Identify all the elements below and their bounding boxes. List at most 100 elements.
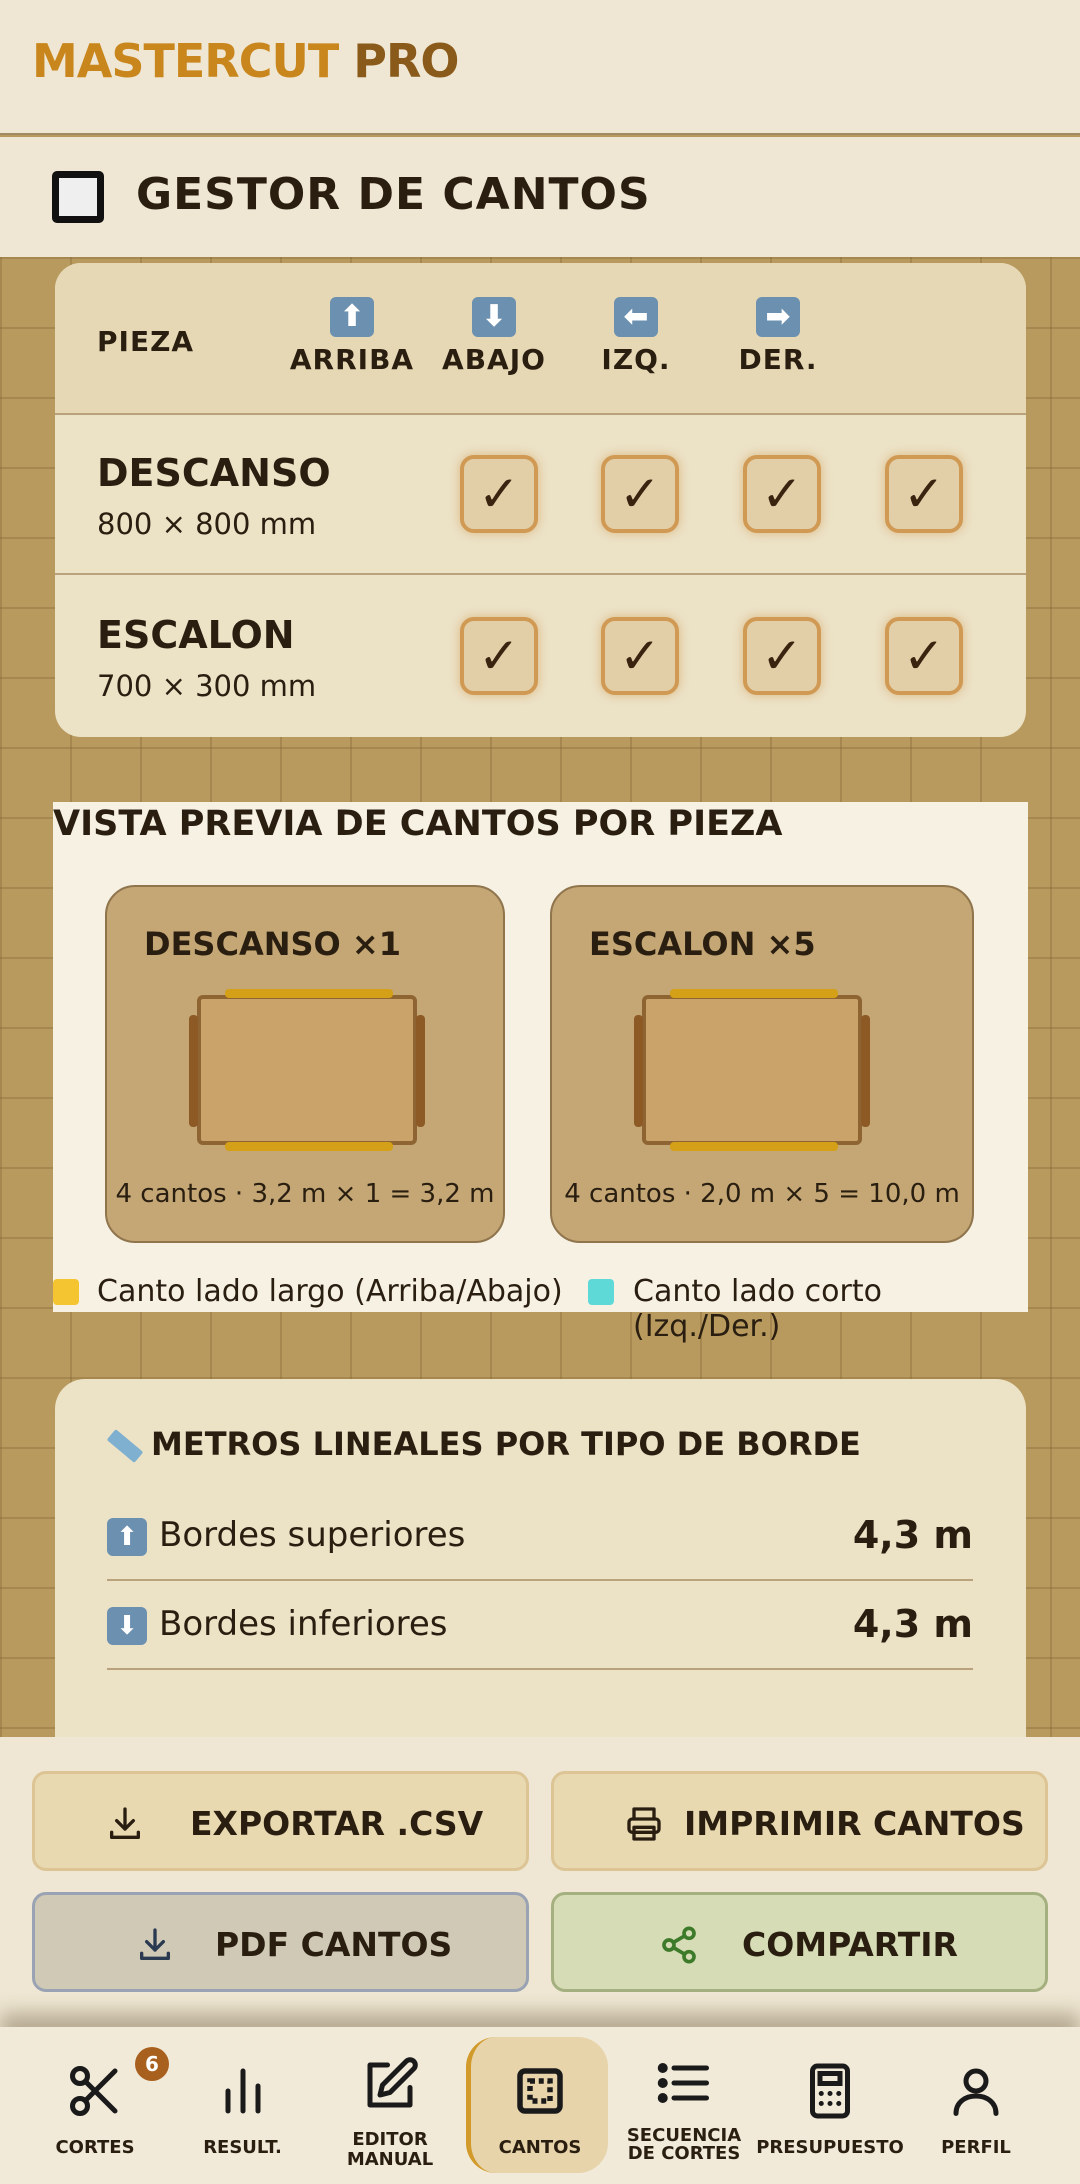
edge-checkbox-right[interactable]: ✓ — [885, 455, 963, 533]
metric-label-text: Bordes superiores — [159, 1515, 466, 1555]
edge-checkbox-bottom[interactable]: ✓ — [601, 455, 679, 533]
brand-suffix: PRO — [338, 34, 459, 88]
edge-mark-right — [416, 1015, 425, 1127]
preview-piece-info: 4 cantos · 3,2 m × 1 = 3,2 m — [115, 1179, 495, 1209]
share-icon — [662, 1926, 696, 1964]
column-header-right: ➡ DER. — [713, 297, 843, 376]
column-header-piece: PIEZA — [97, 325, 195, 358]
arrow-up-icon: ⬆ — [330, 297, 374, 337]
nav-item-secuencia[interactable]: SECUENCIA DE CORTES — [614, 2027, 754, 2184]
edge-mark-bottom — [670, 1142, 838, 1151]
table-row: DESCANSO 800 × 800 mm ✓ ✓ ✓ ✓ — [55, 415, 1026, 575]
nav-label-editor-line2: MANUAL — [346, 2149, 434, 2170]
edge-mark-right — [861, 1015, 870, 1127]
edge-checkbox-bottom[interactable]: ✓ — [601, 617, 679, 695]
metric-value: 4,3 m — [852, 1602, 973, 1646]
bar-chart-icon — [225, 2068, 260, 2114]
metric-label: ⬆ Bordes superiores — [107, 1515, 465, 1556]
preview-piece-name: DESCANSO ×1 — [144, 925, 401, 963]
column-header-top: ⬆ ARRIBA — [287, 297, 417, 376]
table-row: ESCALON 700 × 300 mm ✓ ✓ ✓ ✓ — [55, 577, 1026, 737]
brand-logo: MASTERCUT PRO — [32, 34, 459, 88]
legend-swatch-long — [53, 1279, 79, 1305]
preview-title: VISTA PREVIA DE CANTOS POR PIEZA — [53, 804, 783, 844]
edges-frame-icon — [517, 2068, 563, 2114]
nav-label-cortes: CORTES — [55, 2137, 135, 2158]
edit-icon — [367, 2057, 418, 2108]
list-item: ⬇ Bordes inferiores 4,3 m — [107, 1582, 973, 1670]
calculator-icon — [810, 2063, 850, 2119]
linear-meters-card: METROS LINEALES POR TIPO DE BORDE ⬆ Borde… — [55, 1379, 1026, 1737]
column-header-bottom: ⬇ ABAJO — [429, 297, 559, 376]
content-area[interactable]: PIEZA ⬆ ARRIBA ⬇ ABAJO ⬅ IZQ. ➡ DER. DES… — [0, 257, 1080, 1737]
share-button[interactable]: COMPARTIR — [551, 1892, 1048, 1992]
edge-preview-section: VISTA PREVIA DE CANTOS POR PIEZA DESCANS… — [53, 802, 1028, 1344]
cortes-count-badge: 6 — [135, 2047, 169, 2081]
column-header-left: ⬅ IZQ. — [571, 297, 701, 376]
piece-name: ESCALON — [97, 613, 295, 657]
edge-checkbox-right[interactable]: ✓ — [885, 617, 963, 695]
nav-label-secuencia-line2: DE CORTES — [627, 2143, 741, 2164]
scissors-icon — [70, 2066, 118, 2116]
printer-icon — [627, 1807, 661, 1841]
download-icon — [110, 1807, 140, 1839]
piece-dimensions: 800 × 800 mm — [97, 507, 317, 541]
column-label-left: IZQ. — [601, 343, 671, 376]
edge-mark-left — [634, 1015, 643, 1127]
arrow-down-icon: ⬇ — [472, 297, 516, 337]
nav-item-presupuesto[interactable]: PRESUPUESTO — [754, 2027, 906, 2184]
edge-table: PIEZA ⬆ ARRIBA ⬇ ABAJO ⬅ IZQ. ➡ DER. DES… — [55, 263, 1026, 737]
arrow-left-icon: ⬅ — [614, 297, 658, 337]
preview-legend: Canto lado largo (Arriba/Abajo) Canto la… — [53, 1274, 1028, 1344]
piece-dimensions: 700 × 300 mm — [97, 669, 317, 703]
edge-checkbox-left[interactable]: ✓ — [743, 617, 821, 695]
app-header: MASTERCUT PRO — [0, 0, 1080, 135]
nav-label-cantos: CANTOS — [498, 2137, 582, 2158]
legend-label-short: Canto lado corto (Izq./Der.) — [633, 1274, 882, 1344]
print-edges-label: IMPRIMIR CANTOS — [684, 1804, 1025, 1843]
nav-item-cortes[interactable]: 6 CORTES — [20, 2027, 170, 2184]
user-icon — [953, 2068, 999, 2116]
arrow-right-icon: ➡ — [756, 297, 800, 337]
edge-mark-top — [225, 989, 393, 998]
section-header: GESTOR DE CANTOS — [0, 137, 1080, 257]
stop-square-icon — [52, 171, 104, 223]
edge-mark-top — [670, 989, 838, 998]
column-label-bottom: ABAJO — [442, 343, 546, 376]
print-edges-button[interactable]: IMPRIMIR CANTOS — [551, 1771, 1048, 1871]
edge-mark-bottom — [225, 1142, 393, 1151]
nav-item-cantos[interactable]: CANTOS — [466, 2027, 614, 2184]
export-csv-button[interactable]: EXPORTAR .CSV — [32, 1771, 529, 1871]
linear-meters-title-text: METROS LINEALES POR TIPO DE BORDE — [151, 1425, 861, 1463]
list-icon — [657, 2063, 709, 2103]
edge-mark-left — [189, 1015, 198, 1127]
download-icon — [140, 1928, 170, 1960]
metric-value: 4,3 m — [852, 1513, 973, 1557]
edge-checkbox-top[interactable]: ✓ — [460, 455, 538, 533]
edge-checkbox-left[interactable]: ✓ — [743, 455, 821, 533]
arrow-up-icon: ⬆ — [107, 1517, 147, 1556]
nav-item-editor[interactable]: EDITOR MANUAL — [315, 2027, 465, 2184]
metric-label: ⬇ Bordes inferiores — [107, 1604, 448, 1645]
linear-meters-title: METROS LINEALES POR TIPO DE BORDE — [106, 1425, 861, 1463]
piece-preview-card: ESCALON ×5 4 cantos · 2,0 m × 5 = 10,0 m — [550, 885, 974, 1243]
export-csv-label: EXPORTAR .CSV — [190, 1804, 484, 1843]
legend-swatch-short — [588, 1279, 614, 1305]
pdf-edges-button[interactable]: PDF CANTOS — [32, 1892, 529, 1992]
edge-checkbox-top[interactable]: ✓ — [460, 617, 538, 695]
piece-shape — [634, 989, 870, 1151]
nav-item-perfil[interactable]: PERFIL — [906, 2027, 1046, 2184]
edge-table-header: PIEZA ⬆ ARRIBA ⬇ ABAJO ⬅ IZQ. ➡ DER. — [55, 263, 1026, 415]
preview-piece-info: 4 cantos · 2,0 m × 5 = 10,0 m — [564, 1179, 960, 1209]
nav-label-presupuesto: PRESUPUESTO — [756, 2137, 904, 2158]
nav-item-result[interactable]: RESULT. — [170, 2027, 315, 2184]
metric-label-text: Bordes inferiores — [159, 1604, 448, 1644]
piece-preview-card: DESCANSO ×1 4 cantos · 3,2 m × 1 = 3,2 m — [105, 885, 505, 1243]
action-bar: EXPORTAR .CSV IMPRIMIR CANTOS PDF CANTOS… — [0, 1737, 1080, 2027]
pdf-edges-label: PDF CANTOS — [215, 1925, 453, 1964]
page-title: GESTOR DE CANTOS — [136, 169, 651, 220]
nav-label-editor-line1: EDITOR — [352, 2129, 428, 2150]
list-item: ⬆ Bordes superiores 4,3 m — [107, 1493, 973, 1581]
share-label: COMPARTIR — [742, 1925, 958, 1964]
nav-label-result: RESULT. — [203, 2137, 282, 2158]
